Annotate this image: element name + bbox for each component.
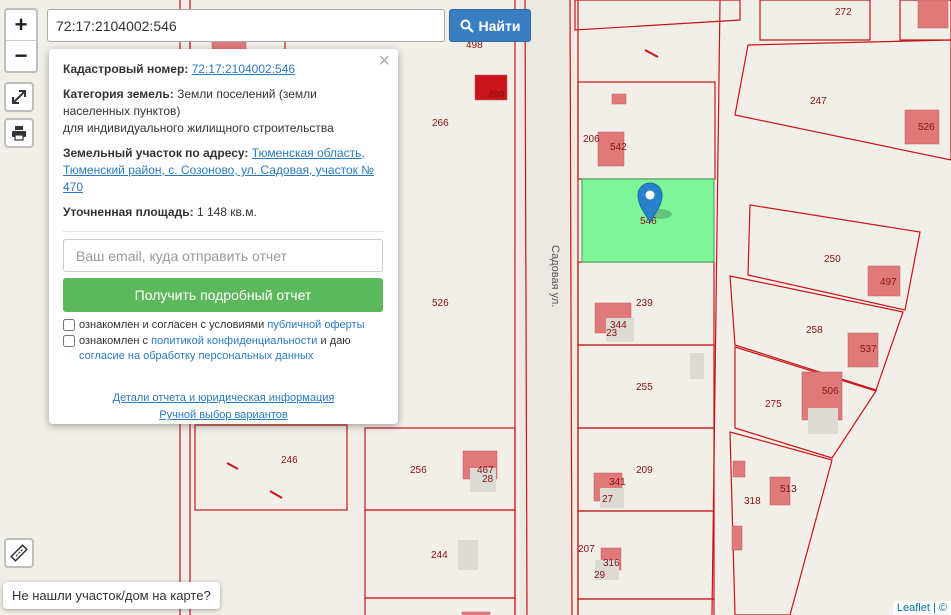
parcel-label: 29 [594,570,606,581]
parcel-label: 255 [636,382,653,393]
category-label: Категория земель: [63,87,174,101]
privacy-consent-mid: и даю [317,335,351,347]
personal-data-consent-link[interactable]: согласие на обработку персональных данны… [79,350,313,362]
area-label: Уточненная площадь: [63,205,194,219]
privacy-consent-row: ознакомлен с политикой конфиденциальност… [63,334,384,364]
address-row: Земельный участок по адресу: Тюменская о… [63,145,384,196]
parcel-label: 318 [744,496,761,507]
parcel-label: 256 [410,465,427,476]
zoom-in-button[interactable]: + [6,10,36,41]
close-icon[interactable]: × [378,51,390,71]
ruler-button[interactable] [4,538,34,568]
street-label: Садовая ул. [549,245,561,307]
area-value: 1 148 кв.м. [196,205,257,219]
divider [63,231,384,232]
parcel-label: 244 [431,550,448,561]
offer-consent-row: ознакомлен и согласен с условиями публич… [63,318,384,333]
ruler-icon [10,544,28,562]
parcel-info-popup: × Кадастровый номер: 72:17:2104002:546 К… [49,49,398,424]
cadastral-number-link[interactable]: 72:17:2104002:546 [192,62,295,76]
print-button[interactable] [4,118,34,148]
parcel-label: 272 [835,7,852,18]
get-report-button[interactable]: Получить подробный отчет [63,278,383,312]
parcel-label: 526 [432,298,449,309]
area-row: Уточненная площадь: 1 148 кв.м. [63,204,384,221]
manual-selection-link[interactable]: Ручной выбор вариантов [63,407,384,424]
parcel-label: 537 [860,344,877,355]
parcel-label: 341 [609,477,626,488]
cadastral-number-row: Кадастровый номер: 72:17:2104002:546 [63,61,384,78]
parcel-label: 506 [822,386,839,397]
expand-icon [12,90,26,104]
parcel-label: 258 [806,325,823,336]
cadastral-label: Кадастровый номер: [63,62,189,76]
email-field[interactable] [63,239,383,272]
parcel-label: 207 [578,544,595,555]
category-purpose: для индивидуального жилищного строительс… [63,121,334,135]
parcel-label: 206 [583,134,600,145]
print-icon [12,126,26,141]
offer-consent-text: ознакомлен и согласен с условиями [79,319,268,331]
parcel-label: 526 [918,122,935,133]
search-icon [460,19,474,33]
parcel-label: 316 [603,558,620,569]
parcel-label: 250 [824,254,841,265]
search-button[interactable]: Найти [449,9,531,42]
address-label: Земельный участок по адресу: [63,146,249,160]
zoom-out-button[interactable]: − [6,41,36,71]
privacy-consent-checkbox[interactable] [63,335,75,347]
not-found-button[interactable]: Не нашли участок/дом на карте? [3,582,220,609]
privacy-consent-text: ознакомлен с [79,335,152,347]
parcel-label: 209 [636,465,653,476]
parcel-label: 246 [281,455,298,466]
zoom-control: + − [4,8,38,73]
map-attribution: Leaflet | © [892,601,951,615]
parcel-label: 513 [780,484,797,495]
search-button-label: Найти [478,17,521,34]
parcel-label: 542 [610,142,627,153]
search-input[interactable] [47,9,445,42]
privacy-policy-link[interactable]: политикой конфиденциальности [151,335,317,347]
parcel-label: 275 [765,399,782,410]
parcel-label: 28 [482,474,494,485]
parcel-label: 23 [606,328,618,339]
land-category-row: Категория земель: Земли поселений (земли… [63,86,384,137]
popup-links: Детали отчета и юридическая информация Р… [63,390,384,424]
parcel-label: 247 [810,96,827,107]
fullscreen-button[interactable] [4,82,34,112]
parcel-label: 27 [602,494,614,505]
offer-consent-checkbox[interactable] [63,319,75,331]
report-details-link[interactable]: Детали отчета и юридическая информация [63,390,384,407]
public-offer-link[interactable]: публичной оферты [267,319,364,331]
parcel-label: 266 [432,118,449,129]
parcel-label: 239 [636,298,653,309]
parcel-label: 499 [488,90,505,101]
leaflet-link[interactable]: Leaflet | © [897,602,947,614]
parcel-label: 497 [880,277,897,288]
